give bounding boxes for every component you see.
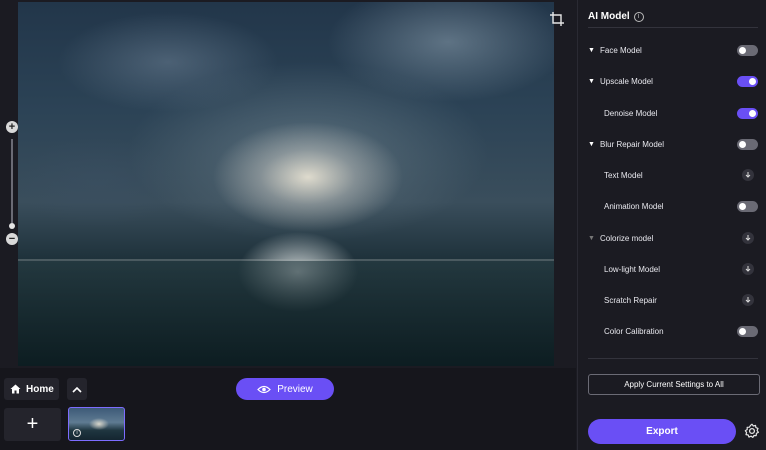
model-label: Blur Repair Model (600, 139, 665, 149)
bottom-bar: Home Preview + i (0, 368, 576, 450)
image-thumbnail[interactable]: i (68, 407, 125, 441)
model-row-denoise: Denoise Model (588, 103, 758, 123)
animation-model-toggle[interactable] (737, 200, 758, 212)
chevron-up-icon (72, 386, 82, 393)
image-canvas: + − (0, 0, 576, 368)
caret-down-icon[interactable]: ▼ (588, 78, 600, 85)
model-label: Scratch Repair (604, 295, 657, 305)
caret-down-icon[interactable]: ▼ (588, 141, 600, 148)
zoom-slider[interactable]: + − (5, 121, 19, 245)
blur-repair-model-toggle[interactable] (737, 138, 758, 150)
zoom-track[interactable] (11, 139, 13, 223)
model-row-scratch-repair: Scratch Repair (588, 290, 758, 310)
export-button[interactable]: Export (588, 419, 736, 444)
apply-label: Apply Current Settings to All (624, 380, 724, 389)
download-icon[interactable] (742, 263, 754, 275)
model-row-color-calibration: Color Calibration (588, 321, 758, 341)
model-row-colorize: ▼ Colorize model (588, 228, 758, 248)
info-icon[interactable]: i (73, 429, 81, 437)
home-label: Home (26, 383, 54, 395)
model-label: Upscale Model (600, 76, 653, 86)
denoise-model-toggle[interactable] (737, 107, 758, 119)
preview-button[interactable]: Preview (236, 378, 334, 400)
model-row-animation: Animation Model (588, 196, 758, 216)
model-label: Animation Model (604, 201, 664, 211)
divider (588, 27, 758, 28)
model-label: Colorize model (600, 233, 654, 243)
panel-title-label: AI Model (588, 11, 630, 22)
model-row-blur-repair: ▼ Blur Repair Model (588, 134, 758, 154)
app-window: + − Home Preview + i AI Model i ▼ Face M… (0, 0, 766, 450)
caret-down-icon[interactable]: ▼ (588, 235, 600, 242)
caret-down-icon[interactable]: ▼ (588, 47, 600, 54)
image-sea (18, 261, 554, 366)
download-icon[interactable] (742, 232, 754, 244)
download-icon[interactable] (742, 169, 754, 181)
eye-icon (257, 385, 272, 393)
model-label: Color Calibration (604, 326, 664, 336)
info-icon[interactable]: i (633, 11, 644, 22)
download-icon[interactable] (742, 294, 754, 306)
zoom-out-icon[interactable]: − (6, 233, 18, 245)
model-label: Low-light Model (604, 264, 661, 274)
add-image-button[interactable]: + (4, 408, 61, 441)
model-label: Text Model (604, 170, 643, 180)
divider (588, 358, 758, 359)
model-row-face: ▼ Face Model (588, 40, 758, 60)
home-button[interactable]: Home (4, 378, 59, 400)
model-label: Denoise Model (604, 108, 658, 118)
model-row-text: Text Model (588, 165, 758, 185)
panel-title: AI Model i (588, 11, 644, 22)
apply-settings-button[interactable]: Apply Current Settings to All (588, 374, 760, 395)
zoom-in-icon[interactable]: + (6, 121, 18, 133)
home-icon (10, 384, 21, 394)
face-model-toggle[interactable] (737, 44, 758, 56)
model-label: Face Model (600, 45, 642, 55)
preview-label: Preview (277, 383, 313, 395)
upscale-model-toggle[interactable] (737, 75, 758, 87)
model-row-low-light: Low-light Model (588, 259, 758, 279)
preview-image[interactable] (18, 2, 554, 366)
zoom-handle[interactable] (9, 223, 15, 229)
collapse-button[interactable] (67, 378, 87, 400)
color-calibration-toggle[interactable] (737, 325, 758, 337)
gear-icon[interactable] (744, 423, 760, 439)
add-icon: + (26, 413, 39, 435)
ai-model-panel: AI Model i ▼ Face Model ▼ Upscale Model … (577, 0, 766, 450)
export-label: Export (646, 426, 678, 437)
crop-icon[interactable] (549, 11, 565, 27)
model-row-upscale: ▼ Upscale Model (588, 71, 758, 91)
